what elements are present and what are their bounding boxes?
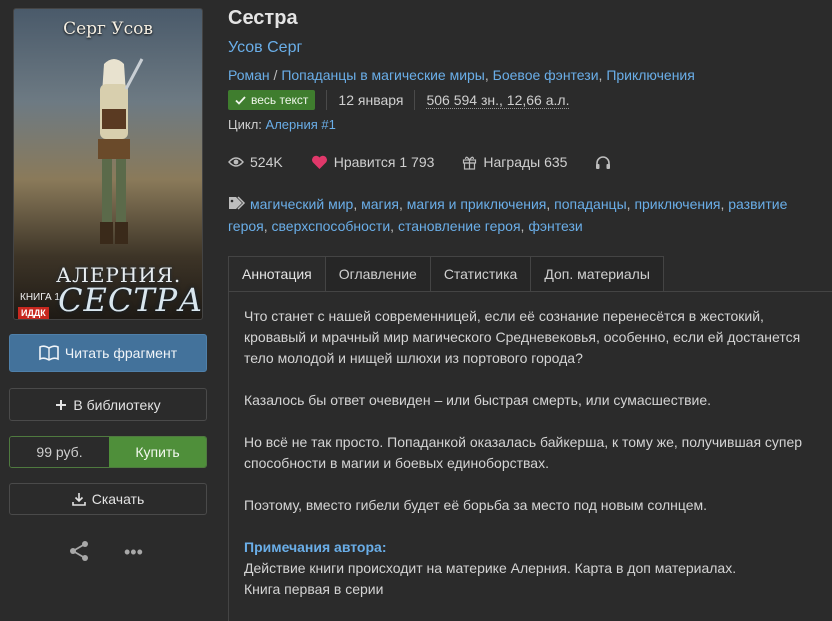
book-size[interactable]: 506 594 зн., 12,66 а.л. [426,92,570,109]
download-icon [71,492,86,506]
author-link[interactable]: Усов Серг [228,39,302,57]
cover-book-title: СЕСТРА [58,281,203,319]
headphones-icon [595,155,611,170]
tag-link[interactable]: магия [361,196,399,212]
cycle-label: Цикл: [228,117,262,132]
tag-link[interactable]: становление героя [398,218,521,234]
buy-button[interactable]: Купить [109,437,206,467]
genre-link[interactable]: Боевое фэнтези [493,67,599,83]
annotation-text: Что станет с нашей современницей, если е… [244,306,814,600]
book-meta: весь текст 12 января 506 594 зн., 12,66 … [228,90,570,110]
share-icon[interactable] [68,540,90,562]
read-fragment-button[interactable]: Читать фрагмент [9,334,207,372]
views-stat: 524K [228,154,283,170]
author-notes-line: Книга первая в серии [244,581,384,597]
more-options-icon[interactable]: ••• [124,542,143,563]
tag-link[interactable]: фэнтези [528,218,582,234]
tag-link[interactable]: магический мир [250,196,353,212]
cover-figure [98,58,144,244]
tag-link[interactable]: приключения [634,196,720,212]
cycle-link[interactable]: Алерния #1 [266,117,336,132]
meta-divider [326,90,328,110]
annotation-paragraph: Поэтому, вместо гибели будет её борьба з… [244,497,708,513]
cycle-info: Цикл: Алерния #1 [228,117,336,132]
author-notes-line: Действие книги происходит на материке Ал… [244,560,737,576]
price-label: 99 руб. [10,437,109,467]
cover-book-number: КНИГА 1 [20,292,60,303]
download-label: Скачать [91,491,145,507]
cover-publisher-logo: ИДДК [18,307,49,319]
publish-date: 12 января [338,92,404,108]
tab-contents[interactable]: Оглавление [325,256,431,292]
tag-link[interactable]: магия и приключения [407,196,547,212]
annotation-paragraph: Но всё не так просто. Попаданкой оказала… [244,434,803,471]
purchase-group: 99 руб. Купить [9,436,207,468]
book-stats: 524K Нравится 1 793 Награды 635 [228,154,645,170]
tag-list: магический мир, магия, магия и приключен… [228,195,788,234]
read-fragment-label: Читать фрагмент [64,345,178,361]
book-open-icon [39,345,59,361]
cover-author: Серг Усов [63,19,153,39]
heart-icon [311,155,328,170]
status-badge-label: весь текст [251,93,309,107]
tab-statistics[interactable]: Статистика [430,256,532,292]
genre-link[interactable]: Приключения [606,67,695,83]
download-button[interactable]: Скачать [9,483,207,515]
genre-list: Роман / Попаданцы в магические миры, Бое… [228,67,695,83]
tag-icon [228,195,246,216]
author-notes-heading: Примечания автора: [244,539,387,555]
annotation-paragraph: Что станет с нашей современницей, если е… [244,308,801,366]
views-count: 524K [250,154,283,170]
book-title: Сестра [228,7,298,29]
tag-link[interactable]: сверхспособности [272,218,391,234]
annotation-paragraph: Казалось бы ответ очевиден – или быстрая… [244,392,712,408]
status-badge: весь текст [228,90,316,110]
book-cover[interactable]: Серг Усов АЛЕРНИЯ. КНИГА 1 СЕСТРА ИДДК [13,8,203,320]
plus-icon [55,399,67,411]
likes-count: Нравится 1 793 [333,154,435,170]
genre-link[interactable]: Роман [228,67,270,83]
add-to-library-button[interactable]: В библиотеку [9,388,207,421]
check-icon [235,95,246,105]
content-tabs: Аннотация Оглавление Статистика Доп. мат… [228,256,664,292]
eye-icon [228,156,244,168]
awards-stat[interactable]: Награды 635 [462,154,567,170]
audio-stat[interactable] [595,155,617,170]
genre-link[interactable]: Попаданцы в магические миры [281,67,485,83]
likes-stat[interactable]: Нравится 1 793 [311,154,435,170]
add-to-library-label: В библиотеку [73,396,161,413]
awards-count: Награды 635 [483,154,568,170]
gift-icon [462,155,477,170]
tab-annotation[interactable]: Аннотация [228,256,326,292]
meta-divider [414,90,416,110]
tab-extra-materials[interactable]: Доп. материалы [531,256,664,292]
tag-link[interactable]: попаданцы [554,196,627,212]
